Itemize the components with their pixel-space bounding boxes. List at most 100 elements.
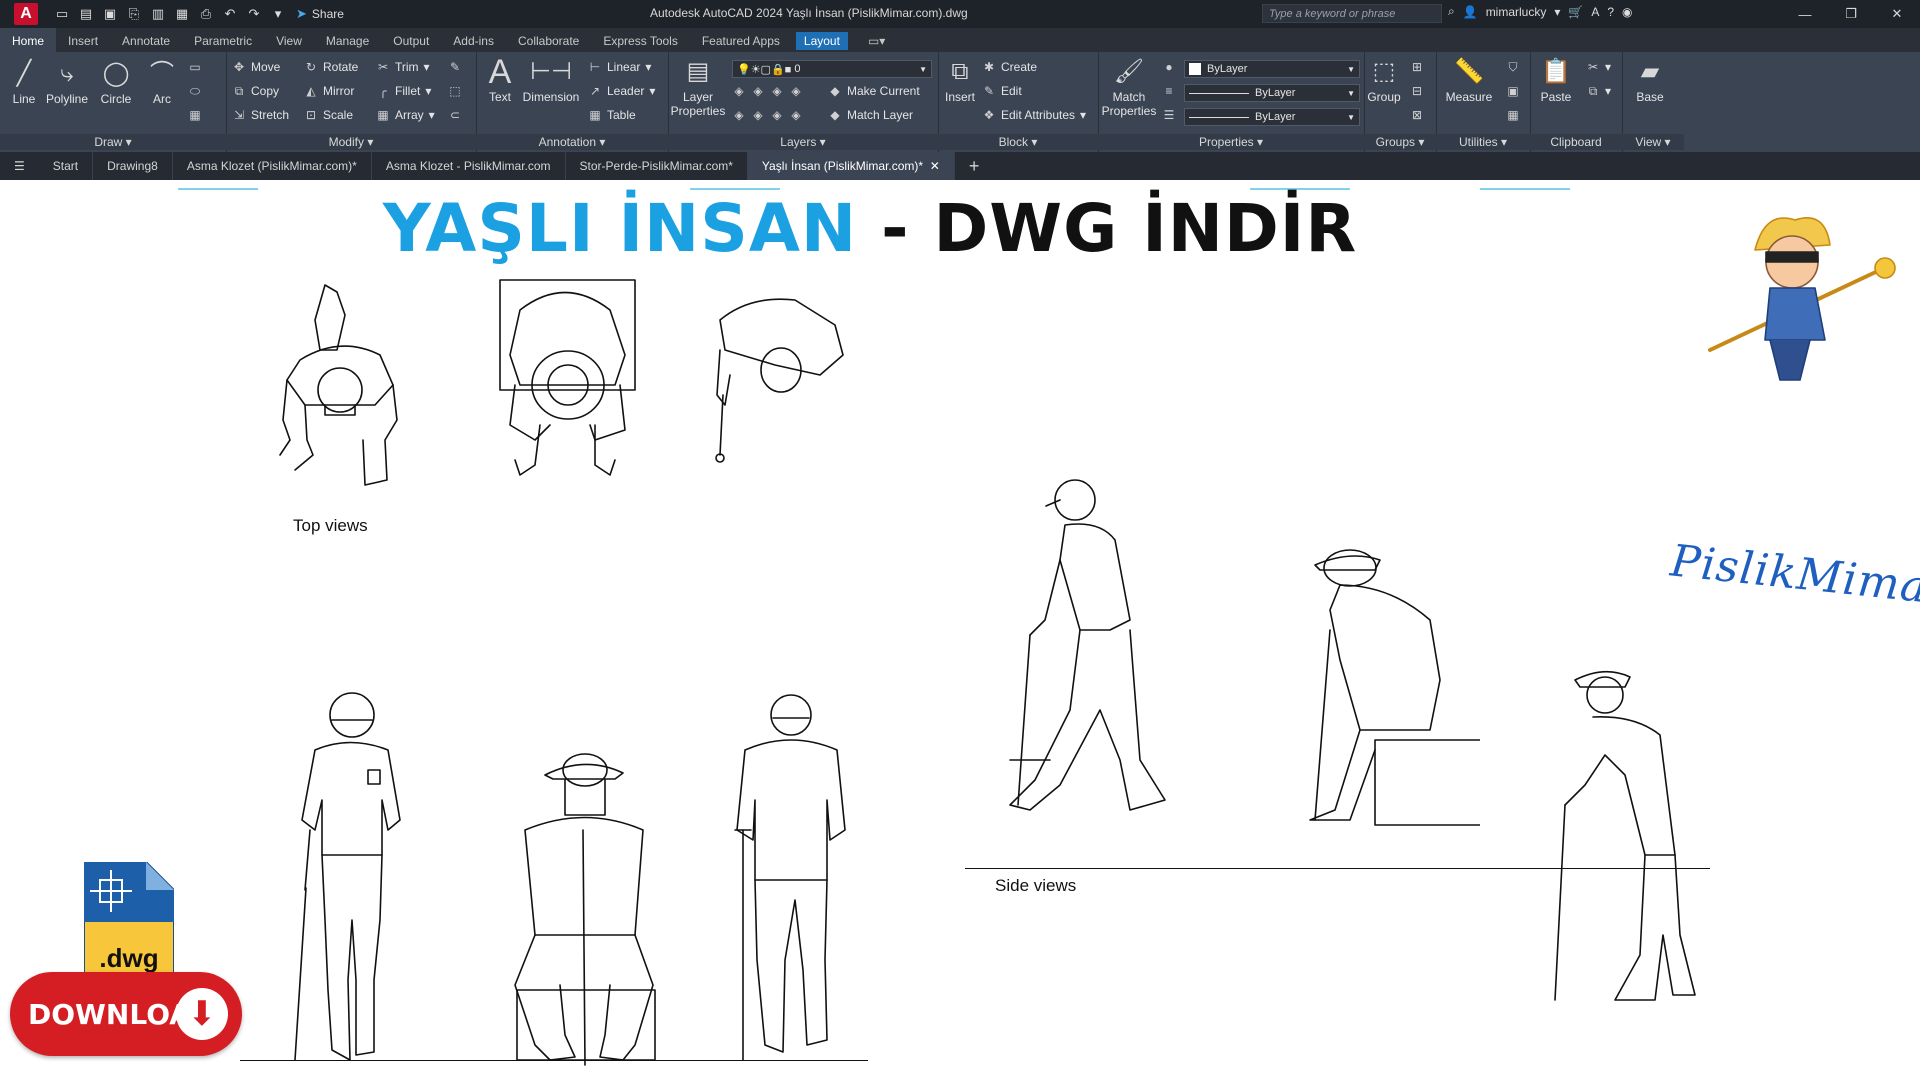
undo-icon[interactable]: ↶ <box>222 6 238 22</box>
save-icon[interactable]: ▣ <box>102 6 118 22</box>
ribbon-display-toggle-icon[interactable]: ▭▾ <box>856 30 897 52</box>
array-button[interactable]: ▦ Array ▾ <box>376 108 434 122</box>
paste-button[interactable]: 📋 Paste <box>1532 56 1580 105</box>
layer-thaw-icon[interactable]: ◈ <box>770 108 784 122</box>
annotation-panel-label[interactable]: Annotation ▾ <box>476 134 668 150</box>
create-block-button[interactable]: ✱ Create <box>982 60 1037 74</box>
user-name[interactable]: mimarlucky <box>1486 5 1547 19</box>
tab-layout[interactable]: Layout <box>795 32 848 50</box>
exchange-icon[interactable]: A <box>1591 5 1599 19</box>
layers-panel-label[interactable]: Layers ▾ <box>668 134 938 150</box>
properties-panel-label[interactable]: Properties ▾ <box>1098 134 1364 150</box>
user-icon[interactable]: 👤 <box>1463 5 1478 19</box>
measure-button[interactable]: 📏 Measure <box>1438 56 1500 105</box>
dimension-button[interactable]: ⊢⊣ Dimension <box>520 56 582 105</box>
tab-annotate[interactable]: Annotate <box>110 30 182 52</box>
save-as-icon[interactable]: ⎘ <box>126 6 142 22</box>
tab-insert[interactable]: Insert <box>56 30 110 52</box>
trim-button[interactable]: ✂ Trim ▾ <box>376 60 430 74</box>
plot-icon[interactable]: ⎙ <box>198 6 214 22</box>
doc-tab-asma-klozet-2[interactable]: Asma Klozet - PislikMimar.com <box>372 152 566 180</box>
layer-unlock-icon[interactable]: ◈ <box>789 108 803 122</box>
insert-button[interactable]: ⧉ Insert <box>940 56 980 105</box>
user-dropdown-icon[interactable]: ▾ <box>1554 5 1560 19</box>
table-button[interactable]: ▦ Table <box>588 108 635 122</box>
make-current-button[interactable]: ◆ Make Current <box>828 84 919 98</box>
cut-button[interactable]: ✂ ▾ <box>1586 60 1611 74</box>
layer-freeze-icon[interactable]: ◈ <box>770 84 784 98</box>
rotate-button[interactable]: ↻ Rotate <box>304 60 358 74</box>
tab-featured-apps[interactable]: Featured Apps <box>690 30 792 52</box>
layer-isolate-icon[interactable]: ◈ <box>751 84 765 98</box>
menu-icon[interactable]: ☰ <box>0 152 39 180</box>
share-button[interactable]: ➤ Share <box>296 6 344 22</box>
tab-home[interactable]: Home <box>0 28 57 52</box>
help-icon[interactable]: ? <box>1607 5 1614 19</box>
block-panel-label[interactable]: Block ▾ <box>938 134 1098 150</box>
edit-block-button[interactable]: ✎ Edit <box>982 84 1022 98</box>
base-button[interactable]: ▰ Base <box>1626 56 1674 105</box>
search-icon[interactable]: ⌕ <box>1448 4 1455 19</box>
redo-icon[interactable]: ↷ <box>246 6 262 22</box>
search-input[interactable]: Type a keyword or phrase <box>1262 4 1442 23</box>
view-panel-label[interactable]: View ▾ <box>1622 134 1684 150</box>
qat-dropdown-icon[interactable]: ▾ <box>270 6 286 22</box>
ungroup-button[interactable]: ⊞ <box>1410 60 1424 74</box>
modify-panel-label[interactable]: Modify ▾ <box>226 134 476 150</box>
copy-clip-button[interactable]: ⧉ ▾ <box>1586 84 1611 99</box>
circle-button[interactable]: ◯ Circle <box>96 58 136 107</box>
clipboard-panel-label[interactable]: Clipboard <box>1530 134 1622 150</box>
doc-tab-yasli-insan[interactable]: Yaşlı İnsan (PislikMimar.com)* ✕ <box>747 152 955 180</box>
doc-tab-start[interactable]: Start <box>39 152 94 180</box>
open-web-icon[interactable]: ▥ <box>150 6 166 22</box>
erase-button[interactable]: ✎ <box>448 60 462 74</box>
group-selection-button[interactable]: ⊠ <box>1410 108 1424 122</box>
layer-unisolate-icon[interactable]: ◈ <box>751 108 765 122</box>
mirror-button[interactable]: ◭ Mirror <box>304 84 354 98</box>
close-tab-icon[interactable]: ✕ <box>930 159 940 173</box>
groups-panel-label[interactable]: Groups ▾ <box>1364 134 1436 150</box>
autodesk-assistant-icon[interactable]: ◉ <box>1622 5 1632 19</box>
open-icon[interactable]: ▤ <box>78 6 94 22</box>
close-icon[interactable]: ✕ <box>1874 0 1920 28</box>
copy-button[interactable]: ⧉ Copy <box>232 84 279 99</box>
group-button[interactable]: ⬚ Group <box>1364 56 1404 105</box>
doc-tab-asma-klozet-1[interactable]: Asma Klozet (PislikMimar.com)* <box>173 152 372 180</box>
tab-add-ins[interactable]: Add-ins <box>441 30 506 52</box>
gradient-button[interactable]: ▦ <box>188 108 202 122</box>
group-edit-button[interactable]: ⊟ <box>1410 84 1424 98</box>
text-button[interactable]: A Text <box>480 55 520 104</box>
tab-collaborate[interactable]: Collaborate <box>506 30 591 52</box>
doc-tab-drawing8[interactable]: Drawing8 <box>93 152 173 180</box>
fillet-button[interactable]: ╭ Fillet ▾ <box>376 84 431 98</box>
match-layer-button[interactable]: ◆ Match Layer <box>828 108 913 122</box>
tab-view[interactable]: View <box>264 30 314 52</box>
draw-panel-label[interactable]: Draw ▾ <box>0 134 226 150</box>
arc-button[interactable]: ⌒ Arc <box>144 58 180 107</box>
linetype-dropdown[interactable]: ByLayer ▼ <box>1184 84 1360 102</box>
autocad-logo[interactable]: A <box>14 3 38 25</box>
calculator-button[interactable]: ▦ <box>1506 108 1520 122</box>
tab-express-tools[interactable]: Express Tools <box>591 30 689 52</box>
layer-dropdown[interactable]: 💡☀▢🔒■ 0 ▼ <box>732 60 932 78</box>
linear-button[interactable]: ⊢ Linear ▾ <box>588 60 652 74</box>
download-button[interactable]: DOWNLOAD ⬇ <box>10 972 242 1056</box>
tab-manage[interactable]: Manage <box>314 30 381 52</box>
tab-parametric[interactable]: Parametric <box>182 30 264 52</box>
save-web-icon[interactable]: ▦ <box>174 6 190 22</box>
stretch-button[interactable]: ⇲ Stretch <box>232 108 289 122</box>
move-button[interactable]: ✥ Move <box>232 60 280 74</box>
hatch-button[interactable]: ⬭ <box>188 84 202 98</box>
layer-on-icon[interactable]: ◈ <box>732 108 746 122</box>
polyline-button[interactable]: ⤷ Polyline <box>42 58 92 107</box>
line-button[interactable]: ╱ Line <box>6 58 42 107</box>
select-all-button[interactable]: ▣ <box>1506 84 1520 98</box>
layer-off-icon[interactable]: ◈ <box>732 84 746 98</box>
edit-attributes-button[interactable]: ❖ Edit Attributes ▾ <box>982 108 1086 122</box>
doc-tab-stor-perde[interactable]: Stor-Perde-PislikMimar.com* <box>566 152 748 180</box>
leader-button[interactable]: ↗ Leader ▾ <box>588 84 655 98</box>
new-icon[interactable]: ▭ <box>54 6 70 22</box>
offset-button[interactable]: ⊂ <box>448 108 462 122</box>
quick-select-button[interactable]: ⛉ <box>1506 60 1520 74</box>
explode-button[interactable]: ⬚ <box>448 84 462 98</box>
